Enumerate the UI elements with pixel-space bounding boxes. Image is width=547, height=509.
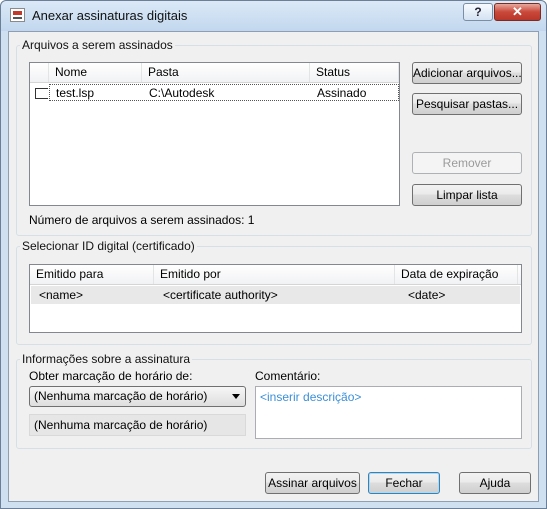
cert-header-issued-by[interactable]: Emitido por <box>154 265 395 284</box>
search-folders-button-label: Pesquisar pastas... <box>415 97 519 111</box>
signature-group-title-text: Informações sobre a assinatura <box>22 352 191 366</box>
timestamp-readonly-field: (Nenhuma marcação de horário) <box>29 414 246 436</box>
help-button[interactable]: Ajuda <box>459 472 531 494</box>
dialog-client-area: Arquivos a serem assinados Nome Pasta St… <box>8 31 539 502</box>
remove-button-label: Remover <box>442 156 492 170</box>
chevron-down-icon <box>232 394 240 399</box>
table-row[interactable]: test.lsp C:\Autodesk Assinado <box>49 84 399 101</box>
clear-list-button[interactable]: Limpar lista <box>412 184 522 206</box>
timestamp-label: Obter marcação de horário de: <box>29 369 193 383</box>
clear-list-button-label: Limpar lista <box>436 188 498 202</box>
files-header-folder[interactable]: Pasta <box>142 63 310 82</box>
help-title-button[interactable]: ? <box>463 3 493 21</box>
file-folder-cell: C:\Autodesk <box>149 86 215 100</box>
comment-placeholder: <inserir descrição> <box>260 390 362 404</box>
dialog-window: Anexar assinaturas digitais ? ✕ Arquivos… <box>0 0 547 509</box>
sign-files-button[interactable]: Assinar arquivos <box>265 472 360 494</box>
signature-group-title: Informações sobre a assinatura <box>20 352 193 366</box>
file-name-cell: test.lsp <box>56 86 95 100</box>
file-status-cell: Assinado <box>317 86 367 100</box>
file-count-text: Número de arquivos a serem assinados: 1 <box>29 213 255 227</box>
add-files-button[interactable]: Adicionar arquivos... <box>412 62 522 84</box>
files-header-name[interactable]: Nome <box>49 63 142 82</box>
close-button[interactable]: Fechar <box>368 472 440 494</box>
search-folders-button[interactable]: Pesquisar pastas... <box>412 93 522 115</box>
title-bar: Anexar assinaturas digitais ? ✕ <box>1 1 546 31</box>
cert-header-expiration[interactable]: Data de expiração <box>395 265 518 284</box>
sign-files-button-label: Assinar arquivos <box>268 476 357 490</box>
comment-field[interactable]: <inserir descrição> <box>255 386 522 439</box>
cert-issued-to-cell: <name> <box>39 288 84 302</box>
timestamp-select-value: (Nenhuma marcação de horário) <box>34 389 208 403</box>
remove-button[interactable]: Remover <box>412 152 522 174</box>
cert-issued-by-cell: <certificate authority> <box>163 288 278 302</box>
files-list[interactable]: Nome Pasta Status test.lsp C:\Autodesk A… <box>29 62 400 206</box>
timestamp-readonly-value: (Nenhuma marcação de horário) <box>34 418 208 432</box>
row-checkbox[interactable] <box>35 88 48 99</box>
files-header-spacer <box>30 63 49 82</box>
cert-header-issued-to[interactable]: Emitido para <box>30 265 154 284</box>
files-list-header: Nome Pasta Status <box>30 63 399 83</box>
help-button-label: Ajuda <box>479 476 511 490</box>
timestamp-select[interactable]: (Nenhuma marcação de horário) <box>29 386 246 407</box>
cert-expiration-cell: <date> <box>408 288 446 302</box>
certificate-list[interactable]: Emitido para Emitido por Data de expiraç… <box>29 264 522 333</box>
add-files-button-label: Adicionar arquivos... <box>413 66 522 80</box>
table-row[interactable]: <name> <certificate authority> <date> <box>31 286 520 304</box>
window-title: Anexar assinaturas digitais <box>32 8 188 23</box>
files-group-title: Arquivos a serem assinados <box>20 38 175 52</box>
files-group-title-text: Arquivos a serem assinados <box>22 38 173 52</box>
certificate-list-header: Emitido para Emitido por Data de expiraç… <box>30 265 521 285</box>
files-header-status[interactable]: Status <box>310 63 399 82</box>
close-button-label: Fechar <box>385 476 423 490</box>
close-title-button[interactable]: ✕ <box>494 3 541 21</box>
comment-label: Comentário: <box>255 369 321 383</box>
app-icon <box>10 8 25 22</box>
certificate-group-title-text: Selecionar ID digital (certificado) <box>22 239 195 253</box>
certificate-group-title: Selecionar ID digital (certificado) <box>20 239 197 253</box>
